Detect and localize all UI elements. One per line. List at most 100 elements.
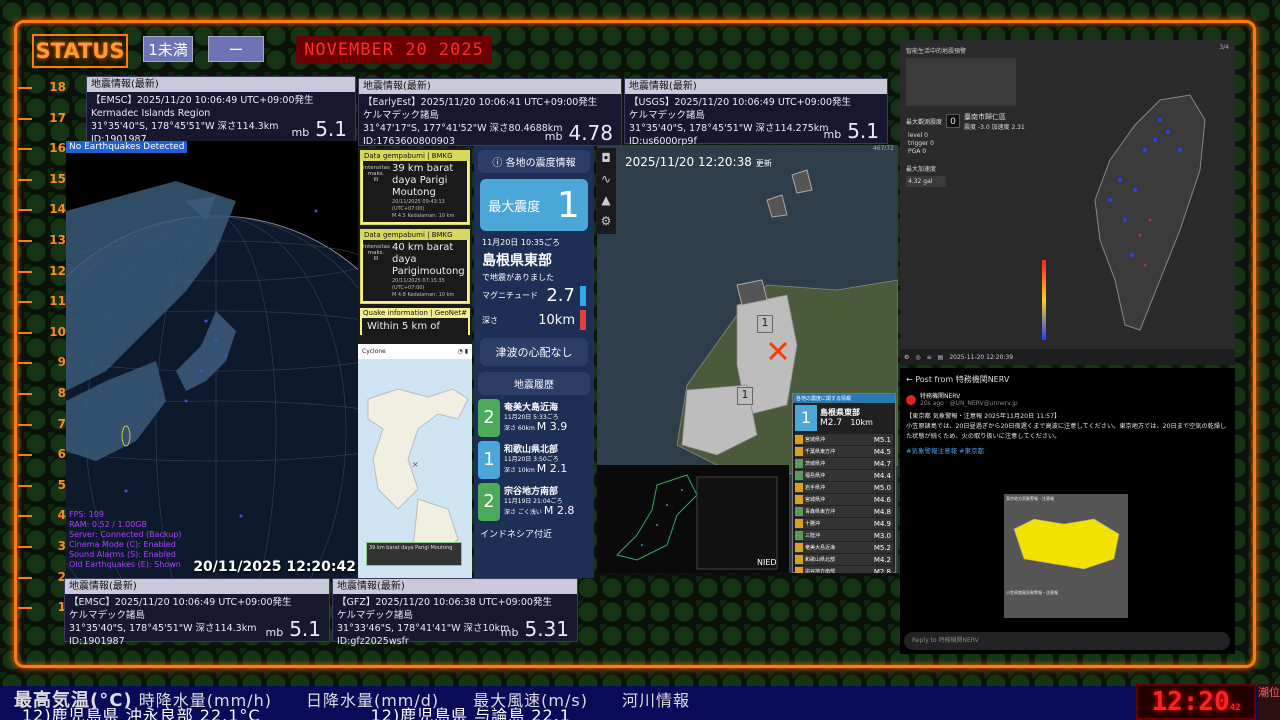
jp-intensity-panel[interactable]: ⓘ 各地の震度情報 最大震度 1 11月20日 10:35ごろ 島根県東部 で地… xyxy=(474,146,594,578)
scale-number: 16 xyxy=(49,141,66,156)
chart-icon[interactable]: ▤ xyxy=(938,354,944,361)
reply-input[interactable]: Reply to 特務機関NERV xyxy=(904,632,1230,650)
intensity-chip xyxy=(795,531,803,540)
card-line1: 【EMSC】2025/11/20 10:06:49 UTC+09:00発生 xyxy=(69,597,292,608)
jp-panel-title: ⓘ 各地の震度情報 xyxy=(478,150,590,173)
globe-panel[interactable]: No Earthquakes Detected FPS: 109 RAM: 0.5… xyxy=(66,141,358,578)
scale-number: 10 xyxy=(49,324,66,339)
list-item-mag: M5.2 xyxy=(873,543,891,552)
list-item[interactable]: 青森県東方沖 M4.8 xyxy=(795,506,893,517)
bmkg-header: Data gempabumi | BMKG xyxy=(361,230,469,240)
depth-row: 深さ 10km xyxy=(474,308,594,332)
geonet-text: Within 5 km of xyxy=(362,318,468,335)
list-icon[interactable]: ≡ xyxy=(927,354,932,361)
taiwan-eew-panel[interactable]: 智能生活中的地震預警 3/4 最大觀測震度 0 臺南市歸仁區 震度 -3.0 加… xyxy=(900,40,1235,365)
bmkg-card-2[interactable]: Data gempabumi | BMKG Intensitas maks. II… xyxy=(360,229,470,304)
tw-values: 震度 -3.0 加速度 2.31 xyxy=(964,123,1025,131)
gear-icon[interactable]: ⚙ xyxy=(596,211,616,232)
scale-tick xyxy=(18,362,32,365)
intensity-chip xyxy=(795,543,803,552)
list-item[interactable]: 茨城県沖 M4.7 xyxy=(795,458,893,469)
magnitude: mb 5.1 xyxy=(265,617,321,641)
list-item-name: 宗谷地方南部 xyxy=(805,569,836,573)
location-icon[interactable]: ◎ xyxy=(915,354,920,361)
card-line1: 【GFZ】2025/11/20 10:06:38 UTC+09:00発生 xyxy=(337,597,552,608)
magnitude-row: マグニチュード 2.7 xyxy=(474,283,594,308)
x-post-tags[interactable]: #気象警報注意報 #東京都 xyxy=(900,445,1235,455)
globe-stat-line: FPS: 109 xyxy=(69,510,105,519)
history-item[interactable]: 1 和歌山県北部 11月20日 3:50ごろ 深さ 10km M 2.1 xyxy=(478,441,590,479)
list-item-mag: M5.0 xyxy=(873,483,891,492)
list-item[interactable]: 岩手県沖 M5.0 xyxy=(795,482,893,493)
history-list: 2 奄美大島近海 11月20日 5:33ごろ 深さ 60km M 3.9 1 和歌山県北部… xyxy=(474,399,594,521)
geonet-card[interactable]: Quake information | GeoNet # Within 5 km … xyxy=(360,308,470,335)
history-more[interactable]: インドネシア付近 xyxy=(474,525,594,542)
scale-number: 12 xyxy=(49,263,66,278)
tsunami-status: 津波の心配なし xyxy=(480,338,588,366)
wave-icon[interactable]: ∿ xyxy=(596,169,616,190)
intensity-chip xyxy=(795,483,803,492)
scale-number: 14 xyxy=(49,202,66,217)
list-item[interactable]: 和歌山県北部 M4.2 xyxy=(795,554,893,565)
history-text: 奄美大島近海 11月20日 5:33ごろ 深さ 60km M 3.9 xyxy=(504,402,568,433)
list-item[interactable]: 奄美大島近海 M5.2 xyxy=(795,542,893,553)
weather-ticker: 最高気温(°C) 時降水量(mm/h) 日降水量(mm/d) 最大風速(m/s)… xyxy=(0,686,1280,720)
date-display: NOVEMBER 20 2025 xyxy=(296,36,492,64)
list-item[interactable]: 千葉県東方沖 M4.5 xyxy=(795,446,893,457)
x-post-panel[interactable]: ← Post from 特務機関NERV 特務機関NERV 20s ago · … xyxy=(900,368,1235,654)
warning-icon[interactable]: ▲ xyxy=(596,190,616,211)
no-earthquakes-label: No Earthquakes Detected xyxy=(66,141,188,153)
tw-pga: PGA 0 xyxy=(908,148,927,155)
list-item[interactable]: 福島県沖 M4.4 xyxy=(795,470,893,481)
quake-card-emsc-top: 地震情報(最新) 【EMSC】2025/11/20 10:06:49 UTC+0… xyxy=(86,76,356,145)
card-line1: 【USGS】2025/11/20 10:06:49 UTC+09:00発生 xyxy=(629,97,852,108)
list-item[interactable]: 十勝沖 M4.9 xyxy=(795,518,893,529)
quake-card-earlyest: 地震情報(最新) 【EarlyEst】2025/11/20 10:06:41 U… xyxy=(358,78,622,147)
intensity-info-list[interactable]: 各地の震度に関する情報 1 島根県東部 M2.7 10km 宮城県沖 M5.1 千葉… xyxy=(792,393,896,573)
scale-tick xyxy=(18,484,32,487)
intensity-chip xyxy=(795,459,803,468)
scale-number: 1 xyxy=(57,600,66,615)
quake-occurred: で地震がありました xyxy=(482,273,554,282)
magnitude-value: 2.7 xyxy=(546,285,575,306)
history-item[interactable]: 2 奄美大島近海 11月20日 5:33ごろ 深さ 60km M 3.9 xyxy=(478,399,590,437)
back-arrow-icon[interactable]: ← xyxy=(906,375,915,384)
list-item[interactable]: 宮城県沖 M5.1 xyxy=(795,434,893,445)
bmkg-card-1[interactable]: Data gempabumi | BMKG Intensitas maks. II… xyxy=(360,150,470,225)
x-user[interactable]: 特務機関NERV 20s ago · @UN_NERV@unnerv.jp xyxy=(900,391,1235,409)
quake-card-usgs: 地震情報(最新) 【USGS】2025/11/20 10:06:49 UTC+0… xyxy=(624,78,888,147)
list-item-mag: M4.4 xyxy=(873,471,891,480)
x-map-label: 東京地方気象警報・注意報 xyxy=(1006,496,1054,501)
bmkg-feed[interactable]: Data gempabumi | BMKG Intensitas maks. II… xyxy=(358,148,472,362)
history-item[interactable]: 2 宗谷地方南部 11月19日 21:04ごろ 深さ ごく浅い M 2.8 xyxy=(478,483,590,521)
japan-map-panel[interactable]: 2025/11/20 12:20:38 更新 1 1 467/72 NIED 各地… xyxy=(597,145,898,573)
quake-card-emsc-bottom: 地震情報(最新) 【EMSC】2025/11/20 10:06:49 UTC+0… xyxy=(64,578,330,647)
scale-number: 18 xyxy=(49,80,66,94)
indonesia-minimap[interactable]: Cyclone ◔ ▮ × 39 km barat daya Parigi Mou… xyxy=(358,344,472,578)
side-toolbar: ◘ ∿ ▲ ⚙ xyxy=(596,148,616,234)
intensity-chip: 1未満 xyxy=(143,36,193,62)
list-item[interactable]: 三陸沖 M3.0 xyxy=(795,530,893,541)
card-title: 地震情報(最新) xyxy=(65,579,329,594)
intensity-value: III xyxy=(373,177,379,183)
scale-tick xyxy=(18,148,32,151)
list-item-mag: M4.5 xyxy=(873,447,891,456)
x-post-image[interactable]: 東京地方気象警報・注意報 小笠原諸島気象警報・注意報 xyxy=(1004,494,1128,618)
magnitude: mb 5.1 xyxy=(291,117,347,141)
info-icon[interactable]: ◘ xyxy=(596,148,616,169)
hinet-svg: NIED xyxy=(616,474,778,570)
scale-number: 3 xyxy=(57,539,66,553)
list-item-name: 三陸沖 xyxy=(805,533,821,539)
list-item-name: 宮城県沖 xyxy=(805,437,826,443)
scale-number: 11 xyxy=(49,294,66,309)
list-item[interactable]: 宗谷地方南部 M2.8 xyxy=(795,566,893,573)
gear-icon[interactable]: ⚙ xyxy=(904,354,909,361)
list-item[interactable]: 宮城県沖 M4.6 xyxy=(795,494,893,505)
tide-label: 潮位 xyxy=(1258,684,1280,720)
intensity-chip xyxy=(795,555,803,564)
scale-number: 9 xyxy=(57,355,66,370)
scale-tick xyxy=(18,576,32,579)
scale-number: 4 xyxy=(57,508,66,523)
avatar xyxy=(906,395,916,405)
scale-number: 7 xyxy=(57,416,66,431)
